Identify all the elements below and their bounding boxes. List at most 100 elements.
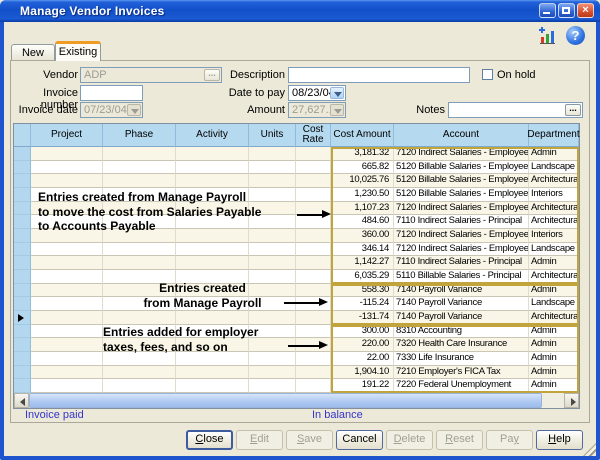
cell-cost-rate[interactable] [296, 147, 331, 161]
cell-account[interactable]: 7140 Payroll Variance [394, 284, 529, 298]
cell-cost-rate[interactable] [296, 311, 331, 325]
cell-account[interactable]: 7110 Indirect Salaries - Principal [394, 256, 529, 270]
cell-cost-amount[interactable]: 1,230.50 [331, 188, 394, 202]
cell-cost-amount[interactable]: 1,904.10 [331, 366, 394, 380]
column-header-cost-amount[interactable]: Cost Amount [331, 124, 394, 147]
cell-project[interactable] [31, 311, 103, 325]
cell-activity[interactable] [176, 147, 249, 161]
scroll-left-button[interactable] [14, 393, 29, 408]
cell-activity[interactable] [176, 366, 249, 380]
column-header-account[interactable]: Account [394, 124, 529, 147]
cell-department[interactable]: Architectural [529, 311, 579, 325]
table-row[interactable]: 665.825120 Billable Salaries - EmployeeL… [14, 161, 579, 175]
reset-button[interactable]: Reset [436, 430, 483, 450]
pay-button[interactable]: Pay [486, 430, 533, 450]
cell-project[interactable] [31, 284, 103, 298]
cell-cost-amount[interactable]: 6,035.29 [331, 270, 394, 284]
cell-department[interactable]: Admin [529, 366, 579, 380]
row-selector[interactable] [14, 338, 31, 352]
cell-account[interactable]: 5120 Billable Salaries - Employee [394, 174, 529, 188]
cell-cost-amount[interactable]: -131.74 [331, 311, 394, 325]
cell-account[interactable]: 7110 Indirect Salaries - Principal [394, 215, 529, 229]
cell-account[interactable]: 8310 Accounting [394, 325, 529, 339]
cell-phase[interactable] [103, 243, 176, 257]
tab-existing[interactable]: Existing [55, 41, 101, 61]
cell-units[interactable] [249, 366, 296, 380]
row-selector[interactable] [14, 229, 31, 243]
cell-cost-amount[interactable]: -115.24 [331, 297, 394, 311]
close-window-button[interactable]: × [577, 3, 594, 18]
cell-account[interactable]: 7330 Life Insurance [394, 352, 529, 366]
cancel-button[interactable]: Cancel [336, 430, 383, 450]
table-row[interactable]: 6,035.295110 Billable Salaries - Princip… [14, 270, 579, 284]
cell-project[interactable] [31, 270, 103, 284]
cell-phase[interactable] [103, 366, 176, 380]
cell-account[interactable]: 5120 Billable Salaries - Employee [394, 161, 529, 175]
cell-department[interactable]: Architectural [529, 174, 579, 188]
cell-cost-amount[interactable]: 10,025.76 [331, 174, 394, 188]
maximize-button[interactable] [558, 3, 575, 18]
cell-project[interactable] [31, 338, 103, 352]
cell-units[interactable] [249, 379, 296, 393]
cell-cost-amount[interactable]: 220.00 [331, 338, 394, 352]
save-button[interactable]: Save [286, 430, 333, 450]
cell-department[interactable]: Admin [529, 352, 579, 366]
cell-department[interactable]: Landscape [529, 243, 579, 257]
cell-account[interactable]: 7120 Indirect Salaries - Employee [394, 147, 529, 161]
on-hold-checkbox[interactable] [482, 69, 493, 80]
cell-units[interactable] [249, 174, 296, 188]
notes-field[interactable]: ... [448, 102, 583, 118]
cell-units[interactable] [249, 256, 296, 270]
cell-cost-amount[interactable]: 300.00 [331, 325, 394, 339]
cell-cost-amount[interactable]: 191.22 [331, 379, 394, 393]
help-icon[interactable]: ? [566, 26, 585, 45]
table-row[interactable]: 1,142.277110 Indirect Salaries - Princip… [14, 256, 579, 270]
cell-project[interactable] [31, 366, 103, 380]
cell-department[interactable]: Landscape [529, 297, 579, 311]
row-selector[interactable] [14, 379, 31, 393]
cell-cost-rate[interactable] [296, 270, 331, 284]
table-row[interactable]: -131.747140 Payroll VarianceArchitectura… [14, 311, 579, 325]
row-selector[interactable] [14, 147, 31, 161]
cell-activity[interactable] [176, 243, 249, 257]
cell-department[interactable]: Admin [529, 325, 579, 339]
scrollbar-thumb[interactable] [29, 393, 542, 408]
cell-cost-amount[interactable]: 346.14 [331, 243, 394, 257]
delete-button[interactable]: Delete [386, 430, 433, 450]
row-selector[interactable] [14, 174, 31, 188]
cell-department[interactable]: Architectural [529, 270, 579, 284]
notes-browse-button[interactable]: ... [565, 104, 581, 116]
cell-department[interactable]: Interiors [529, 229, 579, 243]
cell-cost-amount[interactable]: 360.00 [331, 229, 394, 243]
cell-cost-rate[interactable] [296, 174, 331, 188]
cell-units[interactable] [249, 311, 296, 325]
horizontal-scrollbar[interactable] [14, 393, 579, 408]
cell-department[interactable]: Architectural [529, 215, 579, 229]
cell-cost-amount[interactable]: 665.82 [331, 161, 394, 175]
cell-cost-rate[interactable] [296, 243, 331, 257]
cell-cost-rate[interactable] [296, 256, 331, 270]
cell-activity[interactable] [176, 379, 249, 393]
row-selector[interactable] [14, 297, 31, 311]
cell-department[interactable]: Admin [529, 338, 579, 352]
cell-project[interactable] [31, 325, 103, 339]
cell-account[interactable]: 7140 Payroll Variance [394, 297, 529, 311]
cell-department[interactable]: Landscape [529, 161, 579, 175]
cell-units[interactable] [249, 147, 296, 161]
cell-units[interactable] [249, 161, 296, 175]
row-selector[interactable] [14, 284, 31, 298]
table-row[interactable]: 191.227220 Federal UnemploymentAdmin [14, 379, 579, 393]
cell-project[interactable] [31, 256, 103, 270]
cell-cost-rate[interactable] [296, 379, 331, 393]
cell-units[interactable] [249, 243, 296, 257]
cell-cost-rate[interactable] [296, 352, 331, 366]
cell-project[interactable] [31, 174, 103, 188]
column-header-project[interactable]: Project [31, 124, 103, 147]
cell-account[interactable]: 7320 Health Care Insurance [394, 338, 529, 352]
cell-cost-amount[interactable]: 22.00 [331, 352, 394, 366]
table-row[interactable]: 300.008310 AccountingAdmin [14, 325, 579, 339]
cell-cost-amount[interactable]: 558.30 [331, 284, 394, 298]
row-selector[interactable] [14, 202, 31, 216]
cell-phase[interactable] [103, 147, 176, 161]
cell-phase[interactable] [103, 174, 176, 188]
